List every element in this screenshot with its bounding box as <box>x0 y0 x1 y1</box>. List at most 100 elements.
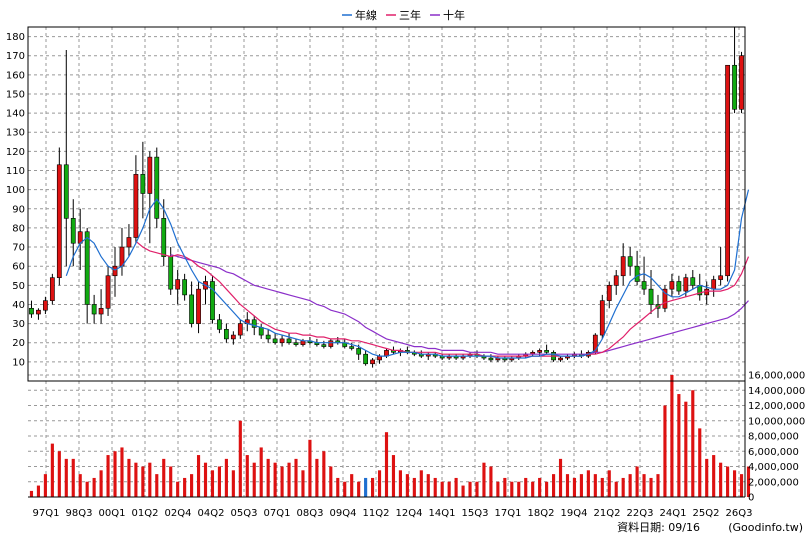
candle-body <box>690 277 696 286</box>
volume-bar <box>78 474 82 497</box>
candle-body <box>293 342 299 345</box>
x-tick-label: 02Q4 <box>165 508 192 519</box>
volume-y-tick-label: 2,000,000 <box>748 477 799 488</box>
volume-bar <box>162 458 166 497</box>
volume-bar <box>148 462 152 497</box>
footer-source: (Goodinfo.tw) <box>728 521 803 534</box>
volume-bar <box>71 458 75 497</box>
x-tick-label: 21Q2 <box>594 508 621 519</box>
volume-bar <box>329 466 333 497</box>
volume-bar <box>517 481 521 497</box>
candle-body <box>154 156 160 219</box>
candle-body <box>328 340 334 347</box>
candle-body <box>210 281 215 321</box>
x-tick-label: 01Q2 <box>132 508 159 519</box>
price-candles <box>29 27 744 368</box>
legend-label: 十年 <box>443 8 465 22</box>
volume-bar <box>141 466 145 497</box>
x-tick-label: 22Q3 <box>627 508 654 519</box>
candle-body <box>230 334 236 340</box>
volume-bar <box>57 451 61 497</box>
candle-body <box>669 281 675 290</box>
volume-bar <box>600 477 604 497</box>
price-y-tick-label: 130 <box>6 128 25 139</box>
price-y-tick-label: 120 <box>6 147 25 158</box>
price-y-tick-label: 80 <box>12 223 25 234</box>
candle-body <box>70 218 76 244</box>
candle-body <box>258 327 264 336</box>
volume-bar <box>294 458 298 497</box>
candle-body <box>732 64 737 110</box>
volume-y-tick-label: 6,000,000 <box>748 447 799 458</box>
volume-bar <box>635 466 639 497</box>
candle-body <box>29 307 34 315</box>
volume-bar <box>426 474 430 497</box>
candle-body <box>558 357 563 361</box>
volume-bar <box>447 481 451 497</box>
candle-body <box>189 294 194 324</box>
volume-bar <box>726 466 730 497</box>
candle-body <box>224 329 229 340</box>
volume-bar <box>510 481 514 497</box>
candle-body <box>272 338 278 344</box>
volume-bar <box>169 466 173 497</box>
volume-bar <box>552 474 556 497</box>
candle-body <box>606 285 612 301</box>
candle-body <box>599 300 605 336</box>
volume-bar <box>377 470 382 497</box>
price-y-tick-label: 60 <box>12 262 25 273</box>
volume-bar <box>454 477 458 497</box>
volume-bar <box>343 481 347 497</box>
volume-bar <box>113 451 117 497</box>
volume-bar <box>391 455 396 497</box>
footer-date: 資料日期: 09/16 <box>617 520 700 534</box>
volume-bar <box>670 375 674 497</box>
volume-bar <box>196 455 201 497</box>
volume-bar <box>231 470 235 497</box>
x-tick-label: 25Q2 <box>693 508 720 519</box>
volume-bar <box>482 462 486 497</box>
volume-bar <box>245 455 249 497</box>
volume-bar <box>468 481 472 497</box>
volume-y-axis: 16,000,000 14,000,000 12,000,000 10,000,000… <box>748 371 805 504</box>
volume-y-tick-label: 0 <box>748 493 754 504</box>
volume-bar <box>656 474 660 497</box>
candle-body <box>634 265 640 282</box>
candle-body <box>739 55 744 110</box>
volume-bar <box>475 481 479 497</box>
volume-bar <box>593 474 597 497</box>
candle-body <box>91 304 97 315</box>
volume-y-tick-label: 10,000,000 <box>748 416 805 427</box>
candle-body <box>613 275 619 286</box>
x-tick-label: 15Q3 <box>462 508 489 519</box>
volume-bar <box>384 432 389 497</box>
candle-body <box>126 237 132 248</box>
price-y-axis: 10 20 30 40 50 60 70 80 90 100 110 120 130 140 150 160 1… <box>6 32 25 368</box>
volume-bar <box>134 462 138 497</box>
volume-bar <box>642 474 646 497</box>
volume-bar <box>461 485 465 497</box>
x-tick-label: 11Q2 <box>363 508 390 519</box>
volume-bar <box>308 439 312 497</box>
price-y-tick-label: 170 <box>6 51 25 62</box>
price-y-tick-label: 40 <box>12 300 25 311</box>
volume-bar <box>301 470 305 497</box>
candle-body <box>641 281 647 290</box>
volume-bar <box>315 458 319 497</box>
candle-body <box>363 353 369 365</box>
volume-bar <box>350 474 354 497</box>
volume-bar <box>273 462 277 497</box>
candle-body <box>349 346 355 349</box>
price-y-tick-label: 180 <box>6 32 25 43</box>
candle-body <box>140 174 146 194</box>
x-axis: 97Q1 98Q3 00Q1 01Q2 02Q4 04Q2 05Q3 07Q1 08Q3 09Q4… <box>33 508 753 519</box>
candle-body <box>43 300 48 311</box>
volume-bar <box>628 474 632 497</box>
volume-bar <box>705 458 709 497</box>
volume-bar <box>739 474 744 497</box>
candle-body <box>627 256 633 267</box>
x-tick-label: 98Q3 <box>66 508 93 519</box>
volume-y-tick-label: 8,000,000 <box>748 432 799 443</box>
volume-bar <box>405 474 409 497</box>
volume-bar <box>565 474 570 497</box>
